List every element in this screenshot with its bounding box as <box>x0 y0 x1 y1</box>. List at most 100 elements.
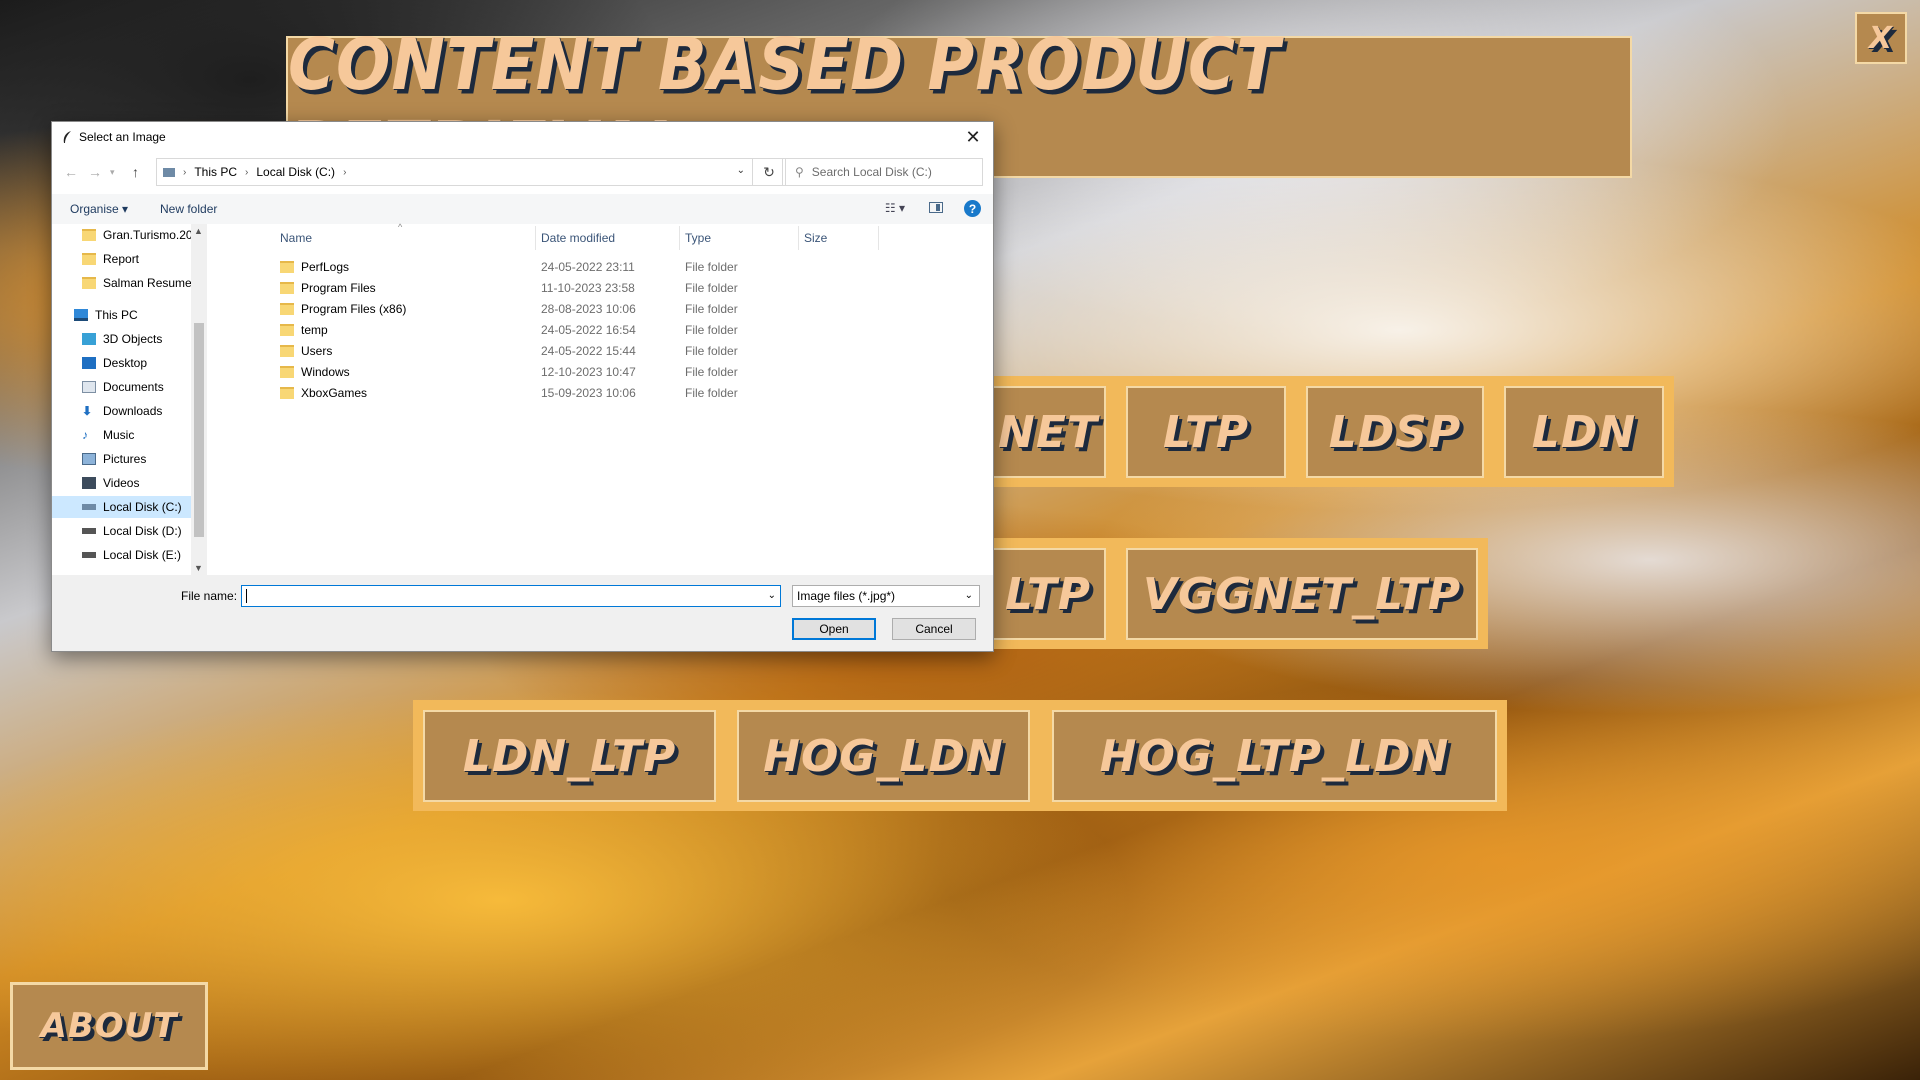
dialog-footer: File name: ⌄ Image files (*.jpg*) ⌄ Open… <box>52 575 993 651</box>
ldn-ltp-button[interactable]: LDN_LTP <box>423 710 716 802</box>
up-arrow-icon[interactable]: ↑ <box>132 164 139 180</box>
close-button[interactable]: X <box>1855 12 1907 64</box>
chevron-down-icon[interactable]: ⌄ <box>737 165 745 176</box>
scroll-down-icon[interactable]: ▼ <box>194 563 203 573</box>
file-name-label: File name: <box>181 589 238 603</box>
chevron-right-icon: › <box>245 166 249 178</box>
folder-icon <box>280 344 294 357</box>
tree-item-videos[interactable]: Videos <box>52 472 207 494</box>
refresh-icon[interactable]: ↻ <box>752 159 785 185</box>
view-options-icon[interactable]: ☷ ▾ <box>885 201 905 215</box>
scrollbar-thumb[interactable] <box>194 323 204 537</box>
folder-icon <box>280 365 294 378</box>
tree-item-local-disk-d[interactable]: Local Disk (D:) <box>52 520 207 542</box>
tree-item-desktop[interactable]: Desktop <box>52 352 207 374</box>
videos-icon <box>82 477 96 489</box>
recent-dropdown-icon[interactable]: ▾ <box>110 167 115 178</box>
hog-ldn-button[interactable]: HOG_LDN <box>737 710 1030 802</box>
column-name[interactable]: Name <box>280 231 312 245</box>
tree-item-report[interactable]: Report <box>52 248 207 270</box>
column-date-modified[interactable]: Date modified <box>541 231 615 245</box>
dialog-titlebar: Select an Image ✕ <box>52 122 993 152</box>
3d-objects-icon <box>82 333 96 345</box>
desktop-icon <box>82 357 96 369</box>
file-row[interactable]: PerfLogs 24-05-2022 23:11 File folder <box>228 256 928 277</box>
pictures-icon <box>82 453 96 465</box>
tree-item-3d-objects[interactable]: 3D Objects <box>52 328 207 350</box>
file-row[interactable]: Windows 12-10-2023 10:47 File folder <box>228 361 928 382</box>
folder-icon <box>82 277 96 289</box>
music-icon: ♪ <box>82 428 88 442</box>
tree-item-documents[interactable]: Documents <box>52 376 207 398</box>
file-row[interactable]: Users 24-05-2022 15:44 File folder <box>228 340 928 361</box>
breadcrumb-this-pc[interactable]: This PC <box>194 165 237 179</box>
tree-scrollbar[interactable]: ▲ ▼ <box>191 224 207 575</box>
drive-icon <box>163 167 175 177</box>
drive-icon <box>82 528 96 534</box>
file-type-select[interactable]: Image files (*.jpg*) ⌄ <box>792 585 980 607</box>
ldn-button[interactable]: LDN <box>1504 386 1664 478</box>
search-input[interactable]: ⚲ Search Local Disk (C:) <box>782 158 983 186</box>
address-bar[interactable]: › This PC › Local Disk (C:) › ⌄ ↻ <box>156 158 786 186</box>
file-row[interactable]: Program Files 11-10-2023 23:58 File folder <box>228 277 928 298</box>
folder-icon <box>280 260 294 273</box>
tree-item-local-disk-c[interactable]: Local Disk (C:) <box>52 496 207 518</box>
file-row[interactable]: XboxGames 15-09-2023 10:06 File folder <box>228 382 928 403</box>
help-icon[interactable]: ? <box>964 200 981 217</box>
tree-item-downloads[interactable]: ⬇ Downloads <box>52 400 207 422</box>
dialog-title: Select an Image <box>79 130 166 144</box>
new-folder-button[interactable]: New folder <box>160 202 217 216</box>
navigation-bar: ← → ▾ ↑ › This PC › Local Disk (C:) › ⌄ … <box>52 157 993 187</box>
forward-arrow-icon[interactable]: → <box>88 164 102 180</box>
chevron-right-icon: › <box>183 166 187 178</box>
tree-item-pictures[interactable]: Pictures <box>52 448 207 470</box>
dialog-toolbar: Organise ▾ New folder ☷ ▾ ? <box>52 194 993 224</box>
tree-item-gran-turismo[interactable]: Gran.Turismo.20 <box>52 224 207 246</box>
downloads-icon: ⬇ <box>82 404 93 418</box>
ltp-button[interactable]: LTP <box>1126 386 1286 478</box>
hog-ltp-ldn-button[interactable]: HOG_LTP_LDN <box>1052 710 1497 802</box>
tree-item-music[interactable]: ♪ Music <box>52 424 207 446</box>
vggnet-ltp-button[interactable]: VGGNET_LTP <box>1126 548 1478 640</box>
chevron-down-icon[interactable]: ⌄ <box>768 590 776 601</box>
breadcrumb-local-disk[interactable]: Local Disk (C:) <box>256 165 335 179</box>
sort-arrow-icon: ^ <box>398 222 403 232</box>
documents-icon <box>82 381 96 393</box>
ldsp-button[interactable]: LDSP <box>1306 386 1484 478</box>
scroll-up-icon[interactable]: ▲ <box>194 226 203 236</box>
folder-icon <box>280 386 294 399</box>
column-headers: Name ^ Date modified Type Size <box>228 222 993 250</box>
computer-icon <box>74 309 88 321</box>
tree-item-salman-resume[interactable]: Salman Resume <box>52 272 207 294</box>
open-button[interactable]: Open <box>792 618 876 640</box>
folder-icon <box>82 229 96 241</box>
file-name-input[interactable]: ⌄ <box>241 585 781 607</box>
search-icon: ⚲ <box>795 165 804 179</box>
folder-icon <box>280 323 294 336</box>
close-icon: X <box>1868 20 1894 56</box>
net-button[interactable]: NET <box>990 386 1106 478</box>
drive-icon <box>82 504 96 510</box>
navigation-tree: Gran.Turismo.20 Report Salman Resume Thi… <box>52 224 207 575</box>
file-row[interactable]: Program Files (x86) 28-08-2023 10:06 File … <box>228 298 928 319</box>
folder-icon <box>82 253 96 265</box>
column-size[interactable]: Size <box>804 231 827 245</box>
feather-icon <box>63 131 71 143</box>
file-row[interactable]: temp 24-05-2022 16:54 File folder <box>228 319 928 340</box>
organise-button[interactable]: Organise ▾ <box>70 202 128 216</box>
chevron-down-icon: ⌄ <box>964 590 973 601</box>
chevron-right-icon: › <box>343 166 347 178</box>
text-caret <box>246 589 247 603</box>
file-open-dialog: Select an Image ✕ ← → ▾ ↑ › This PC › Lo… <box>51 121 994 652</box>
folder-icon <box>280 281 294 294</box>
dialog-close-icon[interactable]: ✕ <box>959 124 987 150</box>
tree-item-this-pc[interactable]: This PC <box>52 304 207 326</box>
tree-item-local-disk-e[interactable]: Local Disk (E:) <box>52 544 207 566</box>
ltp-row2-button[interactable]: LTP <box>990 548 1106 640</box>
column-type[interactable]: Type <box>685 231 711 245</box>
about-button[interactable]: ABOUT <box>10 982 208 1070</box>
preview-pane-icon[interactable] <box>929 202 943 213</box>
back-arrow-icon[interactable]: ← <box>64 164 78 180</box>
cancel-button[interactable]: Cancel <box>892 618 976 640</box>
drive-icon <box>82 552 96 558</box>
